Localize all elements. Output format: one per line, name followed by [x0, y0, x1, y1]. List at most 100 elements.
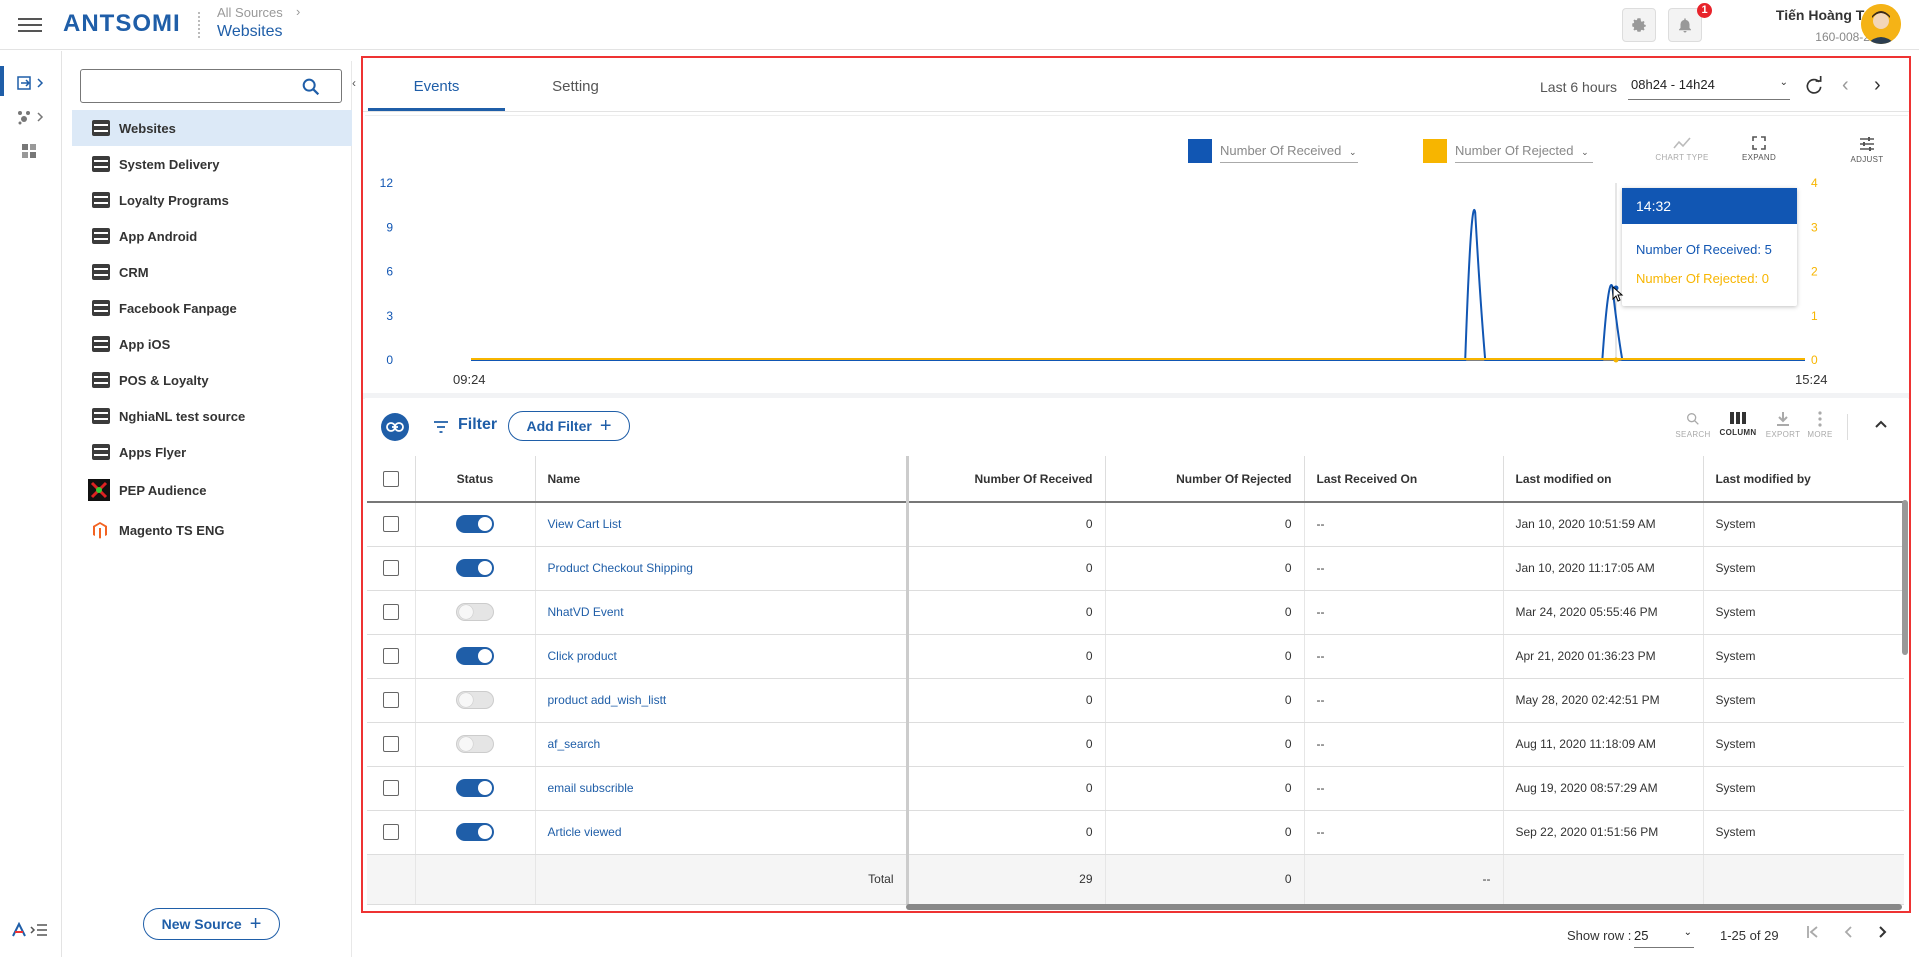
- row-name[interactable]: Product Checkout Shipping: [535, 546, 909, 591]
- source-item-apps-flyer[interactable]: Apps Flyer: [72, 434, 352, 470]
- source-item-facebook-fanpage[interactable]: Facebook Fanpage: [72, 290, 352, 326]
- status-toggle[interactable]: [456, 735, 494, 753]
- adjust-button[interactable]: ADJUST: [1842, 136, 1892, 164]
- time-range-select[interactable]: 08h24 - 14h24 ⌄: [1628, 74, 1790, 100]
- row-checkbox[interactable]: [382, 692, 399, 708]
- table-row[interactable]: Click product 0 0 -- Apr 21, 2020 01:36:23 P…: [367, 634, 1904, 679]
- prev-range-button[interactable]: ‹: [1842, 74, 1849, 97]
- expand-button[interactable]: EXPAND: [1734, 136, 1784, 162]
- table-row[interactable]: Product Checkout Shipping 0 0 -- Jan 10, 202…: [367, 546, 1904, 591]
- table-row[interactable]: NhatVD Event 0 0 -- Mar 24, 2020 05:55:46 PM…: [367, 590, 1904, 635]
- legend-rejected-select[interactable]: Number Of Rejected ⌄: [1455, 143, 1593, 163]
- row-name[interactable]: NhatVD Event: [535, 590, 909, 635]
- row-status-cell[interactable]: [415, 722, 536, 767]
- table-search-button[interactable]: SEARCH: [1675, 411, 1711, 439]
- status-toggle[interactable]: [456, 647, 494, 665]
- row-checkbox[interactable]: [382, 648, 399, 664]
- row-select-cell[interactable]: [367, 634, 416, 679]
- row-status-cell[interactable]: [415, 546, 536, 591]
- table-row[interactable]: Article viewed 0 0 -- Sep 22, 2020 01:51:56 …: [367, 810, 1904, 855]
- col-last-modified-by[interactable]: Last modified by: [1703, 456, 1904, 503]
- row-status-cell[interactable]: [415, 634, 536, 679]
- status-toggle[interactable]: [456, 823, 494, 841]
- source-item-websites[interactable]: Websites: [72, 110, 352, 146]
- source-item-nghianl-test-source[interactable]: NghiaNL test source: [72, 398, 352, 434]
- row-status-cell[interactable]: [415, 502, 536, 547]
- legend-received-select[interactable]: Number Of Received ⌄: [1220, 143, 1358, 163]
- col-last-received[interactable]: Last Received On: [1304, 456, 1504, 503]
- row-status-cell[interactable]: [415, 810, 536, 855]
- tab-setting[interactable]: Setting: [507, 63, 644, 111]
- more-button[interactable]: MORE: [1802, 411, 1838, 439]
- add-filter-button[interactable]: Add Filter +: [508, 411, 630, 441]
- refresh-button[interactable]: [1804, 76, 1824, 99]
- source-item-app-ios[interactable]: App iOS: [72, 326, 352, 362]
- col-status[interactable]: Status: [415, 456, 536, 503]
- col-last-modified-on[interactable]: Last modified on: [1503, 456, 1704, 503]
- col-rejected[interactable]: Number Of Rejected: [1105, 456, 1305, 503]
- row-name[interactable]: email subscrible: [535, 766, 909, 811]
- row-status-cell[interactable]: [415, 590, 536, 635]
- horizontal-scrollbar[interactable]: [906, 904, 1902, 910]
- row-checkbox[interactable]: [382, 604, 399, 620]
- row-checkbox[interactable]: [382, 780, 399, 796]
- source-item-pos-loyalty[interactable]: POS & Loyalty: [72, 362, 352, 398]
- next-page-button[interactable]: [1878, 925, 1888, 942]
- rail-brand[interactable]: [0, 913, 62, 947]
- row-checkbox[interactable]: [382, 736, 399, 752]
- row-status-cell[interactable]: [415, 766, 536, 811]
- menu-icon[interactable]: [18, 14, 42, 34]
- select-all-checkbox[interactable]: [382, 470, 399, 487]
- status-toggle[interactable]: [456, 779, 494, 797]
- row-checkbox[interactable]: [382, 824, 399, 840]
- export-button[interactable]: EXPORT: [1763, 411, 1803, 439]
- status-toggle[interactable]: [456, 515, 494, 534]
- search-icon[interactable]: [300, 76, 322, 98]
- row-checkbox[interactable]: [382, 516, 399, 533]
- column-button[interactable]: COLUMN: [1718, 411, 1758, 437]
- row-name[interactable]: af_search: [535, 722, 909, 767]
- settings-button[interactable]: [1622, 8, 1656, 42]
- select-all-cell[interactable]: [367, 456, 416, 503]
- first-page-button[interactable]: [1806, 925, 1820, 942]
- table-row[interactable]: View Cart List 0 0 -- Jan 10, 2020 10:51:59 …: [367, 502, 1904, 547]
- row-select-cell[interactable]: [367, 678, 416, 723]
- row-select-cell[interactable]: [367, 502, 416, 547]
- rail-item-sources[interactable]: [0, 66, 62, 100]
- row-select-cell[interactable]: [367, 590, 416, 635]
- rail-item-audiences[interactable]: [0, 100, 62, 134]
- row-checkbox[interactable]: [382, 560, 399, 576]
- collapse-panel-icon[interactable]: ‹: [352, 76, 356, 90]
- new-source-button[interactable]: New Source +: [143, 908, 280, 940]
- status-toggle[interactable]: [456, 559, 494, 577]
- source-item-pep-audience[interactable]: PEP Audience: [72, 472, 352, 508]
- row-status-cell[interactable]: [415, 678, 536, 723]
- source-item-magento-ts-eng[interactable]: Magento TS ENG: [72, 512, 352, 548]
- chart-type-button[interactable]: CHART TYPE: [1652, 136, 1712, 162]
- avatar[interactable]: [1861, 4, 1901, 44]
- source-item-system-delivery[interactable]: System Delivery: [72, 146, 352, 182]
- breadcrumb-parent[interactable]: All Sources: [217, 5, 283, 20]
- col-name[interactable]: Name: [535, 456, 909, 503]
- vertical-scrollbar[interactable]: [1902, 500, 1908, 655]
- table-row[interactable]: product add_wish_listt 0 0 -- May 28, 2020 0…: [367, 678, 1904, 723]
- col-received[interactable]: Number Of Received: [907, 456, 1106, 503]
- row-name[interactable]: Article viewed: [535, 810, 909, 855]
- tab-events[interactable]: Events: [368, 63, 505, 111]
- row-select-cell[interactable]: [367, 546, 416, 591]
- row-name[interactable]: Click product: [535, 634, 909, 679]
- row-select-cell[interactable]: [367, 766, 416, 811]
- source-item-crm[interactable]: CRM: [72, 254, 352, 290]
- table-row[interactable]: af_search 0 0 -- Aug 11, 2020 11:18:09 AM Sys…: [367, 722, 1904, 767]
- next-range-button[interactable]: ›: [1874, 74, 1881, 97]
- link-button[interactable]: [381, 413, 409, 441]
- collapse-table-button[interactable]: [1874, 417, 1888, 432]
- table-row[interactable]: email subscrible 0 0 -- Aug 19, 2020 08:57:2…: [367, 766, 1904, 811]
- row-select-cell[interactable]: [367, 810, 416, 855]
- show-row-select[interactable]: 25 ⌄: [1634, 924, 1694, 948]
- filter-label[interactable]: Filter: [458, 416, 497, 434]
- row-select-cell[interactable]: [367, 722, 416, 767]
- status-toggle[interactable]: [456, 691, 494, 709]
- filter-icon[interactable]: [433, 421, 449, 436]
- row-name[interactable]: View Cart List: [535, 502, 909, 547]
